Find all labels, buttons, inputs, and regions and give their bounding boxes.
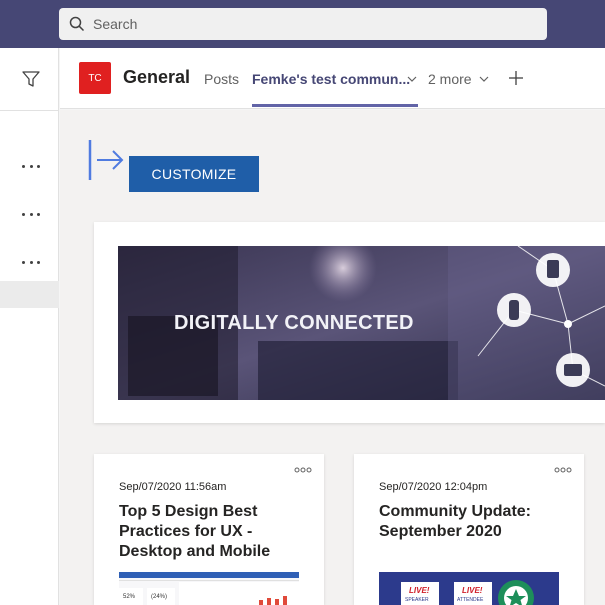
more-options-icon[interactable]: [22, 213, 40, 217]
search-box[interactable]: Search: [59, 8, 547, 40]
more-options-icon[interactable]: [554, 467, 572, 473]
channel-header: TC General Posts Femke's test commun... …: [60, 48, 605, 109]
more-options-icon[interactable]: [22, 165, 40, 169]
top-bar: Search: [0, 0, 605, 48]
channel-title: General: [123, 67, 191, 87]
hero-title: DIGITALLY CONNECTED: [174, 312, 414, 334]
selected-channel-row[interactable]: [0, 281, 59, 308]
card-thumbnail: LIVE! LIVE! SPEAKER ATTENDEE: [379, 572, 559, 605]
more-options-icon[interactable]: [22, 261, 40, 265]
badge-sub: ATTENDEE: [457, 597, 484, 603]
live-badge: LIVE!: [409, 586, 430, 595]
tab-posts[interactable]: Posts: [204, 71, 239, 87]
add-tab-icon[interactable]: [508, 70, 524, 86]
search-placeholder: Search: [93, 16, 138, 32]
card-date: Sep/07/2020 12:04pm: [379, 481, 488, 493]
news-card[interactable]: Sep/07/2020 11:56am Top 5 Design Best Pr…: [94, 454, 324, 605]
card-title[interactable]: Top 5 Design Best Practices for UX - Des…: [119, 502, 309, 562]
chevron-down-icon[interactable]: [406, 73, 418, 85]
search-icon: [69, 16, 85, 32]
chevron-down-icon[interactable]: [478, 73, 490, 85]
filter-icon[interactable]: [22, 70, 40, 88]
customize-button[interactable]: CUSTOMIZE: [129, 156, 259, 192]
news-card[interactable]: Sep/07/2020 12:04pm Community Update: Se…: [354, 454, 584, 605]
active-tab-indicator: [252, 104, 418, 107]
card-title[interactable]: Community Update: September 2020: [379, 502, 569, 542]
live-badge: LIVE!: [462, 586, 483, 595]
expand-arrow-icon[interactable]: [87, 138, 125, 182]
tab-community[interactable]: Femke's test commun...: [252, 71, 417, 87]
thumb-stat: (24%): [151, 594, 168, 600]
card-date: Sep/07/2020 11:56am: [119, 481, 227, 493]
thumb-stat: 52%: [123, 594, 136, 600]
panel-divider: [0, 110, 59, 111]
team-avatar: TC: [79, 62, 111, 94]
team-list-panel: [0, 48, 59, 605]
more-options-icon[interactable]: [294, 467, 312, 473]
hero-banner[interactable]: DIGITALLY CONNECTED: [118, 246, 605, 400]
card-thumbnail: 52% (24%): [119, 572, 299, 605]
tab-more[interactable]: 2 more: [428, 71, 472, 87]
badge-sub: SPEAKER: [405, 597, 429, 603]
